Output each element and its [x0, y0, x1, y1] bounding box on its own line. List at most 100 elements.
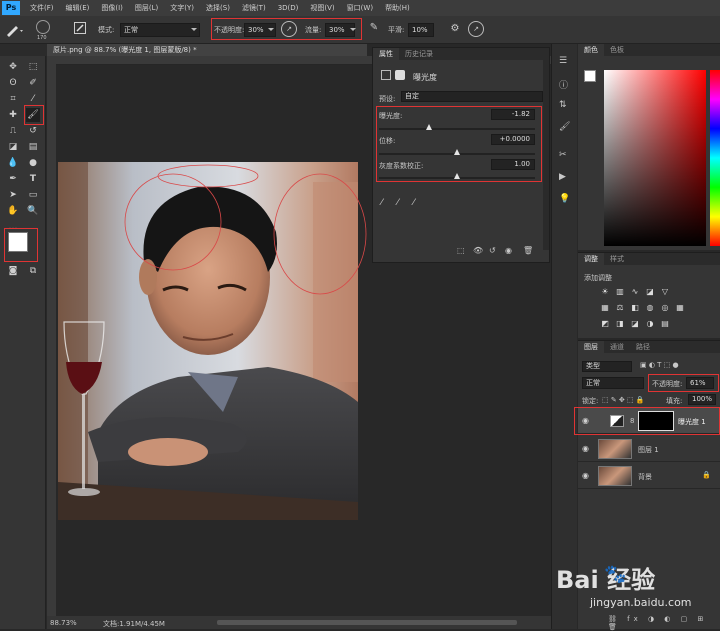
- gradient-tool-icon[interactable]: ▤: [26, 140, 40, 154]
- tab-swatches[interactable]: 色板: [604, 44, 630, 56]
- history-panel-icon[interactable]: ☰: [559, 56, 567, 66]
- tab-color[interactable]: 颜色: [578, 44, 604, 56]
- path-selection-tool-icon[interactable]: ➤: [6, 188, 20, 202]
- view-previous-icon[interactable]: 👁: [473, 246, 483, 255]
- menu-item[interactable]: 文件(F): [24, 3, 60, 13]
- airbrush-icon[interactable]: ✎: [367, 21, 381, 35]
- eyedropper-white-icon[interactable]: ⁄: [413, 198, 415, 208]
- tab-channels[interactable]: 通道: [604, 341, 630, 353]
- clip-to-layer-icon[interactable]: ⬚: [457, 246, 465, 255]
- tab-paths[interactable]: 路径: [630, 341, 656, 353]
- menu-item[interactable]: 窗口(W): [341, 3, 379, 13]
- quick-mask-icon[interactable]: ◙: [6, 264, 20, 278]
- crop-tool-icon[interactable]: ⌗: [6, 92, 20, 106]
- delete-icon[interactable]: 🗑: [523, 246, 533, 255]
- mask-icon[interactable]: [395, 70, 405, 80]
- menu-item[interactable]: 滤镜(T): [236, 3, 272, 13]
- layer-name[interactable]: 背景: [638, 472, 652, 482]
- hand-tool-icon[interactable]: ✋: [6, 204, 20, 218]
- tab-layers[interactable]: 图层: [578, 341, 604, 353]
- brush-panel-toggle-icon[interactable]: [74, 22, 86, 34]
- tab-adjustments[interactable]: 调整: [578, 253, 604, 265]
- marquee-tool-icon[interactable]: ⬚: [26, 60, 40, 74]
- menu-item[interactable]: 选择(S): [200, 3, 236, 13]
- brightness-contrast-icon[interactable]: ☀: [600, 287, 610, 297]
- menu-item[interactable]: 视图(V): [304, 3, 340, 13]
- menu-item[interactable]: 编辑(E): [60, 3, 96, 13]
- filter-icons[interactable]: ▣ ◐ T ⬚ ●: [640, 361, 679, 369]
- smoothing-field[interactable]: 10%: [408, 23, 434, 37]
- visibility-eye-icon[interactable]: ◉: [582, 471, 589, 480]
- tab-properties[interactable]: 属性: [373, 48, 399, 60]
- color-field[interactable]: [604, 70, 706, 246]
- horizontal-scrollbar[interactable]: [217, 620, 517, 625]
- hue-slider[interactable]: [710, 70, 720, 246]
- fill-field[interactable]: 100%: [688, 394, 716, 405]
- document-tab[interactable]: 原片.png @ 88.7% (曝光度 1, 图层蒙版/8) *: [47, 44, 367, 56]
- history-brush-tool-icon[interactable]: ↺: [26, 124, 40, 138]
- layer-row[interactable]: ◉ 图层 1: [578, 436, 720, 462]
- visibility-icon[interactable]: ◉: [505, 246, 512, 255]
- blend-mode-select[interactable]: 正常: [582, 377, 644, 389]
- zoom-level[interactable]: 88.73%: [50, 619, 77, 627]
- layer-row[interactable]: ◉ 背景 🔒: [578, 463, 720, 489]
- color-lookup-icon[interactable]: ▦: [675, 303, 685, 313]
- lock-icons[interactable]: ⬚ ✎ ✥ ⬚ 🔒: [602, 396, 645, 404]
- layer-name[interactable]: 图层 1: [638, 445, 659, 455]
- channel-mixer-icon[interactable]: ◎: [660, 303, 670, 313]
- threshold-icon[interactable]: ◪: [630, 319, 640, 329]
- info-panel-icon[interactable]: ⓘ: [559, 78, 568, 91]
- quick-selection-tool-icon[interactable]: ✐: [26, 76, 40, 90]
- eraser-tool-icon[interactable]: ◪: [6, 140, 20, 154]
- posterize-icon[interactable]: ◨: [615, 319, 625, 329]
- blur-tool-icon[interactable]: 💧: [6, 156, 20, 170]
- clone-stamp-tool-icon[interactable]: ⎍: [6, 124, 20, 138]
- black-white-icon[interactable]: ◧: [630, 303, 640, 313]
- eyedropper-black-icon[interactable]: ⁄: [381, 198, 383, 208]
- hue-saturation-icon[interactable]: ▦: [600, 303, 610, 313]
- tab-history[interactable]: 历史记录: [399, 48, 439, 60]
- eyedropper-gray-icon[interactable]: ⁄: [397, 198, 399, 208]
- properties-scrollbar[interactable]: [543, 60, 549, 250]
- screen-mode-icon[interactable]: ⧉: [26, 264, 40, 278]
- menu-item[interactable]: 图像(I): [95, 3, 129, 13]
- photo-filter-icon[interactable]: ◍: [645, 303, 655, 313]
- zoom-tool-icon[interactable]: 🔍: [26, 204, 40, 218]
- curves-icon[interactable]: ∿: [630, 287, 640, 297]
- gradient-map-icon[interactable]: ▤: [660, 319, 670, 329]
- reset-icon[interactable]: ↺: [489, 246, 496, 255]
- brush-preset-picker[interactable]: [4, 22, 26, 38]
- pressure-size-icon[interactable]: ↗: [468, 21, 484, 37]
- move-tool-icon[interactable]: ✥: [6, 60, 20, 74]
- visibility-eye-icon[interactable]: ◉: [582, 444, 589, 453]
- selective-color-icon[interactable]: ◑: [645, 319, 655, 329]
- healing-brush-tool-icon[interactable]: ✚: [6, 108, 20, 122]
- type-tool-icon[interactable]: T: [26, 172, 40, 186]
- levels-icon[interactable]: ▥: [615, 287, 625, 297]
- gear-icon[interactable]: ⚙: [448, 22, 462, 36]
- pen-tool-icon[interactable]: ✒: [6, 172, 20, 186]
- mode-select[interactable]: 正常: [120, 23, 200, 37]
- menu-item[interactable]: 帮助(H): [379, 3, 416, 13]
- adjustments-icon[interactable]: ⇅: [559, 100, 567, 110]
- preset-select[interactable]: 自定: [401, 91, 543, 102]
- menu-item[interactable]: 文字(Y): [164, 3, 200, 13]
- tab-styles[interactable]: 样式: [604, 253, 630, 265]
- document-size[interactable]: 文档:1.91M/4.45M: [103, 619, 165, 629]
- brush-settings-icon[interactable]: 🖌: [559, 122, 570, 132]
- lasso-tool-icon[interactable]: ʘ: [6, 76, 20, 90]
- color-fg-swatch[interactable]: [584, 70, 596, 82]
- light-icon[interactable]: 💡: [559, 194, 570, 204]
- rectangle-tool-icon[interactable]: ▭: [26, 188, 40, 202]
- exposure-icon[interactable]: ◪: [645, 287, 655, 297]
- vibrance-icon[interactable]: ▽: [660, 287, 670, 297]
- invert-icon[interactable]: ◩: [600, 319, 610, 329]
- menu-item[interactable]: 图层(L): [129, 3, 164, 13]
- menu-item[interactable]: 3D(D): [272, 4, 305, 12]
- eyedropper-tool-icon[interactable]: ⁄: [26, 92, 40, 106]
- layer-kind-filter[interactable]: 类型: [582, 361, 632, 372]
- actions-play-icon[interactable]: ▶: [559, 172, 566, 182]
- tools-presets-icon[interactable]: ✂: [559, 150, 567, 160]
- color-balance-icon[interactable]: ⚖: [615, 303, 625, 313]
- dodge-tool-icon[interactable]: ●: [26, 156, 40, 170]
